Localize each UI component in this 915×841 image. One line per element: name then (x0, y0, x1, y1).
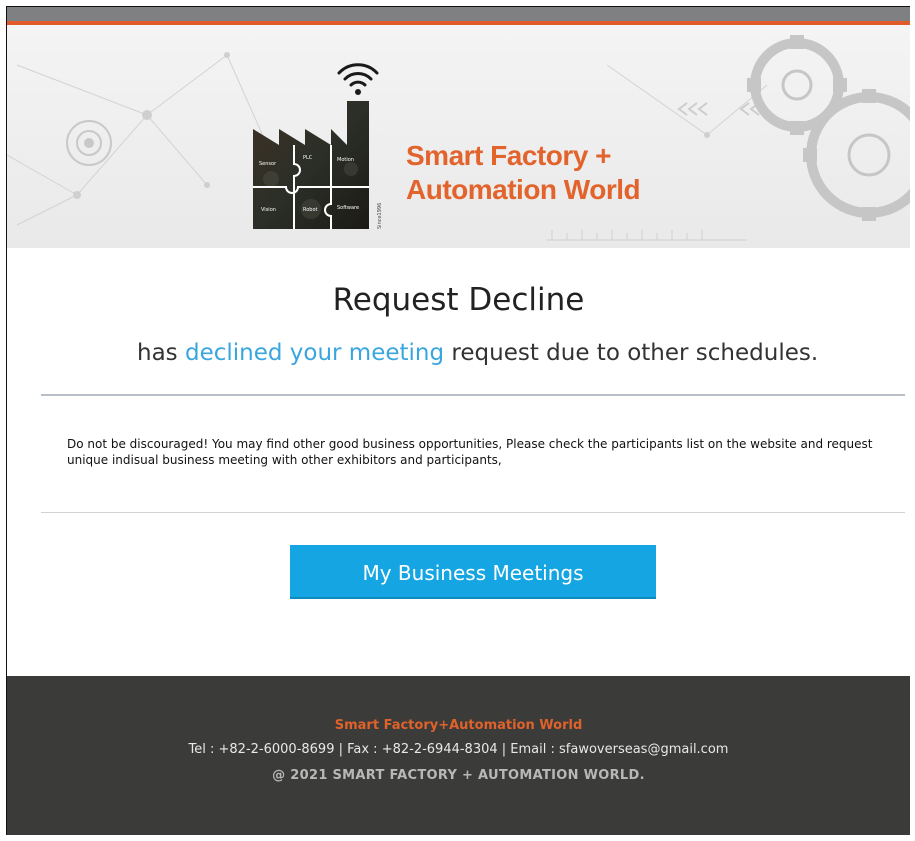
svg-text:PLC: PLC (303, 155, 313, 161)
footer: Smart Factory+Automation World Tel : +82… (7, 676, 910, 835)
brand-line-2: Automation World (406, 174, 641, 205)
footer-copyright: @ 2021 SMART FACTORY + AUTOMATION WORLD. (272, 768, 645, 783)
svg-text:Motion: Motion (337, 157, 354, 163)
svg-text:Vision: Vision (261, 207, 276, 213)
svg-text:Robot: Robot (303, 207, 318, 213)
brand-line-1: Smart Factory + (406, 140, 611, 171)
divider (41, 394, 905, 396)
decline-message: has declined your meeting request due to… (7, 336, 910, 370)
header-banner: Sensor PLC Motion Vision Robot Software … (7, 25, 910, 248)
encouragement-note: Do not be discouraged! You may find othe… (67, 437, 873, 467)
svg-text:Software: Software (337, 205, 359, 211)
message-highlight: declined your meeting (184, 340, 445, 366)
divider (41, 512, 905, 513)
my-business-meetings-button[interactable]: My Business Meetings (290, 545, 656, 599)
svg-text:Sensor: Sensor (259, 161, 277, 167)
svg-text:Since1996: Since1996 (377, 203, 383, 229)
brand-wordmark: Smart Factory + Automation World (406, 139, 641, 207)
factory-puzzle-logo-icon: Sensor PLC Motion Vision Robot Software … (253, 63, 383, 229)
footer-contact: Tel : +82-2-6000-8699 | Fax : +82-2-6944… (188, 742, 729, 757)
event-logo: Sensor PLC Motion Vision Robot Software … (241, 39, 671, 229)
message-suffix: request due to other schedules. (444, 340, 819, 366)
footer-brand: Smart Factory+Automation World (334, 718, 583, 733)
top-bar (7, 7, 910, 21)
message-prefix: has (137, 340, 185, 366)
page-title: Request Decline (332, 282, 585, 318)
email-content: Request Decline has declined your meetin… (7, 282, 910, 599)
email-frame: Sensor PLC Motion Vision Robot Software … (6, 6, 910, 835)
